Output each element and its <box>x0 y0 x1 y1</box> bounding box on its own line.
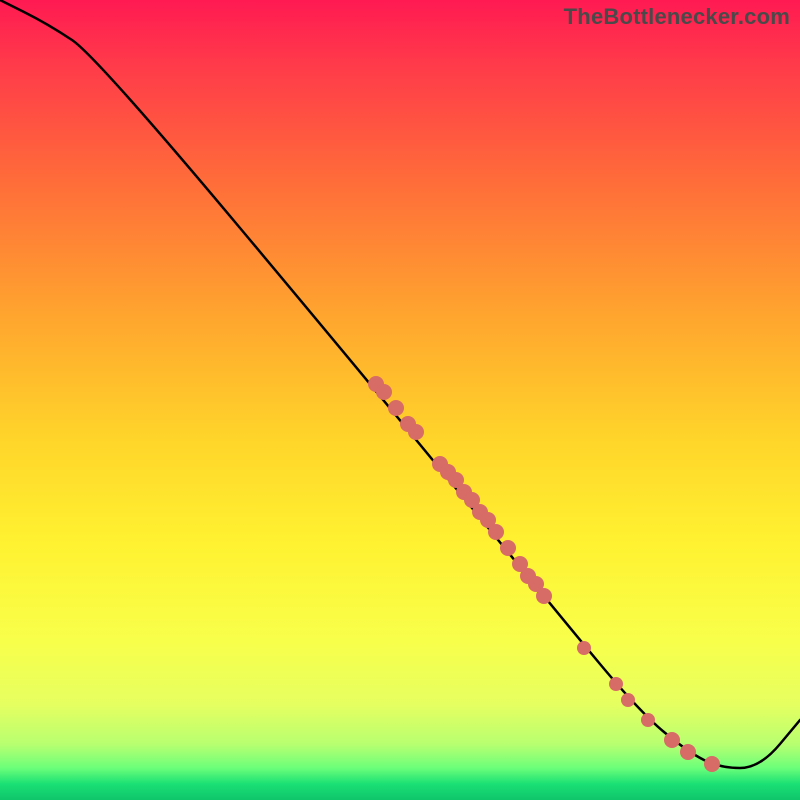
chart-data-point <box>577 641 591 655</box>
chart-data-point <box>388 400 404 416</box>
chart-marker-layer <box>368 376 720 772</box>
chart-data-point <box>408 424 424 440</box>
chart-data-point <box>664 732 680 748</box>
chart-svg <box>0 0 800 800</box>
attribution-label: TheBottlenecker.com <box>564 4 790 30</box>
chart-data-point <box>641 713 655 727</box>
chart-data-point <box>488 524 504 540</box>
chart-data-point <box>704 756 720 772</box>
bottleneck-chart: TheBottlenecker.com <box>0 0 800 800</box>
chart-data-point <box>536 588 552 604</box>
chart-curve <box>0 0 800 768</box>
chart-data-point <box>500 540 516 556</box>
chart-data-point <box>680 744 696 760</box>
chart-data-point <box>376 384 392 400</box>
chart-data-point <box>621 693 635 707</box>
chart-data-point <box>609 677 623 691</box>
